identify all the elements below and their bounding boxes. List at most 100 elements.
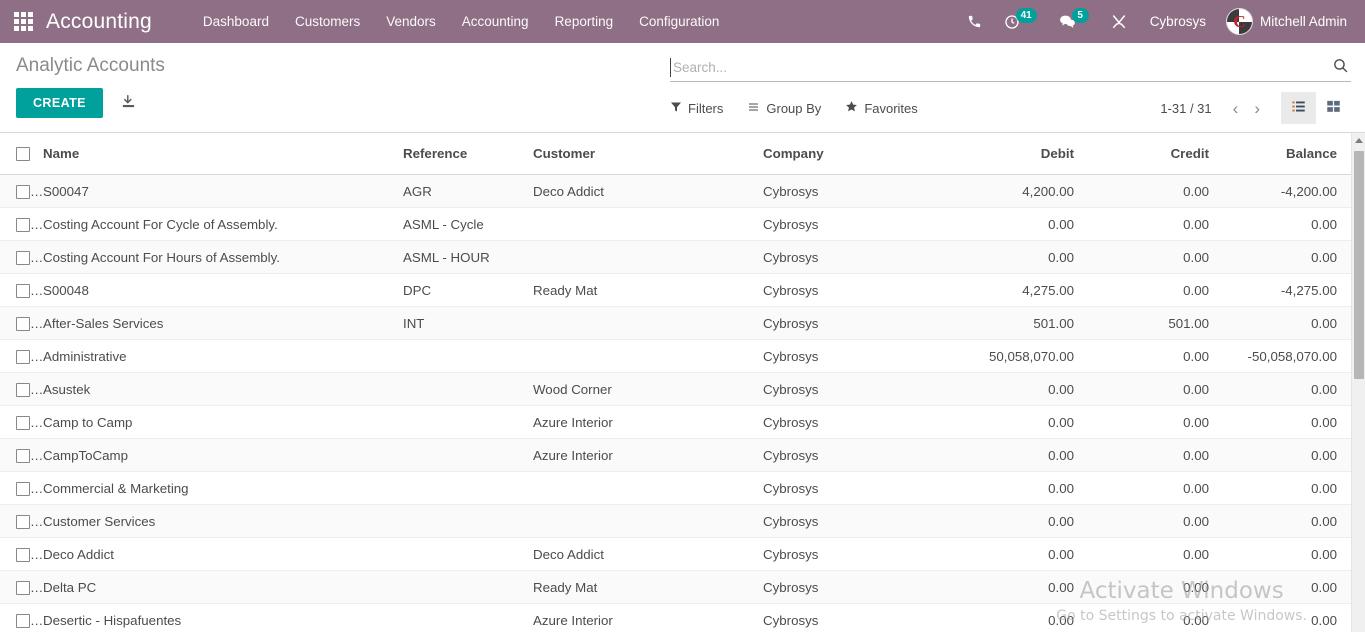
vertical-scrollbar[interactable] (1351, 133, 1365, 632)
activity-menu-button[interactable]: 41 (993, 4, 1048, 40)
row-checkbox[interactable] (16, 482, 30, 497)
voip-phone-button[interactable] (956, 4, 993, 39)
row-checkbox[interactable] (16, 383, 30, 398)
pager-range[interactable]: 1-31 / 31 (1160, 101, 1211, 116)
table-row[interactable]: Costing Account For Hours of Assembly. AS… (0, 240, 1351, 275)
table-row[interactable]: S00047 AGR Deco Addict Cybrosys 4,200.00 0.00… (0, 174, 1351, 209)
row-checkbox[interactable] (16, 548, 30, 563)
table-row[interactable]: Camp to Camp Azure Interior Cybrosys 0.00 0.… (0, 405, 1351, 440)
filters-label: Filters (688, 100, 724, 116)
cell-customer (533, 240, 763, 275)
row-select-cell (0, 273, 43, 308)
table-row[interactable]: Commercial & Marketing Cybrosys 0.00 0.00 0.… (0, 471, 1351, 506)
row-checkbox[interactable] (16, 185, 30, 200)
list-view-container: Name Reference Customer Company Debit Cr… (0, 133, 1365, 632)
column-header-company[interactable]: Company (763, 133, 953, 176)
table-row[interactable]: After-Sales Services INT Cybrosys 501.00 501… (0, 306, 1351, 341)
cell-reference (403, 603, 533, 632)
row-checkbox[interactable] (16, 284, 30, 299)
cell-balance: 0.00 (1223, 405, 1351, 440)
column-header-balance[interactable]: Balance (1223, 133, 1351, 176)
apps-menu-toggle[interactable] (0, 0, 46, 43)
row-checkbox[interactable] (16, 317, 30, 332)
breadcrumb[interactable]: Analytic Accounts (16, 43, 670, 77)
row-checkbox[interactable] (16, 350, 30, 365)
company-switcher[interactable]: Cybrosys (1138, 2, 1218, 41)
column-header-customer[interactable]: Customer (533, 133, 763, 176)
activity-count-badge: 41 (1015, 8, 1037, 23)
search-input[interactable] (670, 57, 1330, 77)
cell-credit: 0.00 (1088, 537, 1223, 572)
scrollbar-thumb[interactable] (1354, 151, 1364, 379)
user-menu[interactable]: C Mitchell Admin (1218, 3, 1353, 40)
table-row[interactable]: CampToCamp Azure Interior Cybrosys 0.00 0.00… (0, 438, 1351, 473)
cell-company: Cybrosys (763, 570, 953, 605)
pager-previous-button[interactable]: ‹ (1226, 98, 1246, 119)
row-checkbox[interactable] (16, 416, 30, 431)
cell-reference (403, 405, 533, 440)
cell-balance: 0.00 (1223, 240, 1351, 275)
table-row[interactable]: Delta PC Ready Mat Cybrosys 0.00 0.00 0.00 (0, 570, 1351, 605)
search-submit-button[interactable] (1330, 57, 1351, 77)
kanban-view-button[interactable] (1316, 92, 1351, 124)
menu-item-accounting[interactable]: Accounting (449, 2, 542, 41)
favorites-dropdown[interactable]: Favorites (845, 94, 930, 122)
group-by-dropdown[interactable]: Group By (747, 95, 834, 122)
developer-tools-button[interactable] (1100, 4, 1138, 40)
table-row[interactable]: Customer Services Cybrosys 0.00 0.00 0.00 (0, 504, 1351, 539)
systray: 41 5 Cybrosys C Mitchell Admin (956, 2, 1353, 41)
create-button[interactable]: CREATE (16, 88, 103, 118)
top-navbar: Accounting Dashboard Customers Vendors A… (0, 0, 1365, 43)
table-row[interactable]: Desertic - Hispafuentes Azure Interior Cyb… (0, 603, 1351, 632)
cell-company: Cybrosys (763, 372, 953, 407)
pager-next-button[interactable]: › (1247, 98, 1267, 119)
row-checkbox[interactable] (16, 251, 30, 266)
row-checkbox[interactable] (16, 449, 30, 464)
column-header-reference[interactable]: Reference (403, 133, 533, 176)
row-select-cell (0, 207, 43, 242)
cell-customer: Ready Mat (533, 570, 763, 605)
menu-item-dashboard[interactable]: Dashboard (190, 2, 282, 41)
menu-item-vendors[interactable]: Vendors (373, 2, 449, 41)
cell-company: Cybrosys (763, 603, 953, 632)
table-body: S00047 AGR Deco Addict Cybrosys 4,200.00 0.00… (0, 174, 1351, 632)
row-checkbox[interactable] (16, 614, 30, 629)
cell-reference (403, 438, 533, 473)
row-select-cell (0, 405, 43, 440)
cell-customer: Deco Addict (533, 537, 763, 572)
apps-grid-icon (13, 12, 33, 31)
select-all-checkbox[interactable] (16, 147, 30, 162)
scroll-up-arrow-icon[interactable] (1354, 138, 1363, 143)
column-header-credit[interactable]: Credit (1088, 133, 1223, 176)
app-brand-accounting[interactable]: Accounting (46, 10, 152, 34)
column-header-debit[interactable]: Debit (953, 133, 1088, 176)
cell-name: Costing Account For Hours of Assembly. (43, 240, 403, 275)
table-row[interactable]: Administrative Cybrosys 50,058,070.00 0.00-… (0, 339, 1351, 374)
row-select-cell (0, 240, 43, 275)
menu-item-configuration[interactable]: Configuration (626, 2, 732, 41)
avatar: C (1225, 8, 1253, 35)
row-checkbox[interactable] (16, 218, 30, 233)
group-by-label: Group By (766, 100, 822, 116)
row-select-cell (0, 174, 43, 209)
menu-item-customers[interactable]: Customers (282, 2, 373, 41)
menu-item-reporting[interactable]: Reporting (542, 2, 627, 41)
cell-balance: 0.00 (1223, 504, 1351, 539)
search-bar[interactable] (670, 57, 1351, 82)
cell-debit: 0.00 (953, 372, 1088, 407)
row-select-cell (0, 504, 43, 539)
table-row[interactable]: Costing Account For Cycle of Assembly. AS… (0, 207, 1351, 242)
table-row[interactable]: Asustek Wood Corner Cybrosys 0.00 0.00 0.00 (0, 372, 1351, 407)
messaging-menu-button[interactable]: 5 (1048, 4, 1100, 39)
row-checkbox[interactable] (16, 581, 30, 596)
wrench-tools-icon (1111, 14, 1127, 30)
table-row[interactable]: S00048 DPC Ready Mat Cybrosys 4,275.00 0.00 -4… (0, 273, 1351, 308)
filters-dropdown[interactable]: Filters (670, 95, 736, 122)
column-header-name[interactable]: Name (43, 133, 403, 176)
row-checkbox[interactable] (16, 515, 30, 530)
analytic-accounts-table: Name Reference Customer Company Debit Cr… (0, 133, 1351, 632)
cell-customer: Deco Addict (533, 174, 763, 209)
table-row[interactable]: Deco Addict Deco Addict Cybrosys 0.00 0.00 0.… (0, 537, 1351, 572)
import-records-button[interactable] (117, 89, 140, 117)
list-view-button[interactable] (1281, 92, 1316, 124)
